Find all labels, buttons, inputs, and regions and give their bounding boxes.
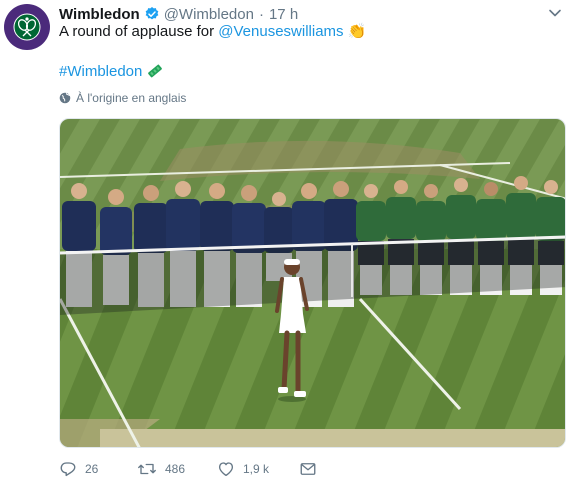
author-name[interactable]: Wimbledon (59, 6, 140, 23)
tweet-text-prefix: A round of applause for (59, 23, 219, 40)
hashtag-line: #Wimbledon (59, 62, 163, 82)
timestamp[interactable]: 17 h (269, 6, 298, 23)
tweet-photo[interactable] (59, 118, 566, 448)
chevron-down-icon[interactable] (548, 6, 562, 20)
clapping-emoji: 👏 (347, 23, 367, 40)
like-icon (218, 462, 234, 477)
reply-button[interactable]: 26 (59, 460, 137, 478)
direct-message-button[interactable] (299, 460, 325, 478)
reply-icon (60, 462, 76, 477)
like-count: 1,9 k (243, 462, 270, 476)
hashtag-link[interactable]: #Wimbledon (59, 63, 142, 80)
retweet-count: 486 (165, 462, 186, 476)
court-photo (60, 119, 565, 447)
tweet-actions: 26 486 1,9 k (59, 458, 325, 480)
wimbledon-logo (5, 5, 49, 49)
translate-label: À l'origine en anglais (76, 91, 187, 105)
mention-link[interactable]: @Venuseswilliams (218, 23, 343, 40)
message-icon (300, 463, 316, 475)
author-handle[interactable]: @Wimbledon (164, 6, 254, 23)
retweet-button[interactable]: 486 (137, 460, 217, 478)
like-button[interactable]: 1,9 k (217, 460, 299, 478)
hashtag-emoji-icon (147, 64, 162, 78)
reply-count: 26 (85, 462, 99, 476)
translate-link[interactable]: À l'origine en anglais (59, 91, 186, 105)
retweet-icon (138, 463, 156, 475)
tweet-text: A round of applause for @Venuseswilliams… (59, 22, 366, 42)
verified-icon (144, 6, 160, 22)
globe-icon (59, 92, 71, 104)
tweet-header: Wimbledon @Wimbledon · 17 h (59, 4, 298, 24)
avatar[interactable] (4, 4, 50, 50)
separator-dot: · (258, 5, 264, 23)
